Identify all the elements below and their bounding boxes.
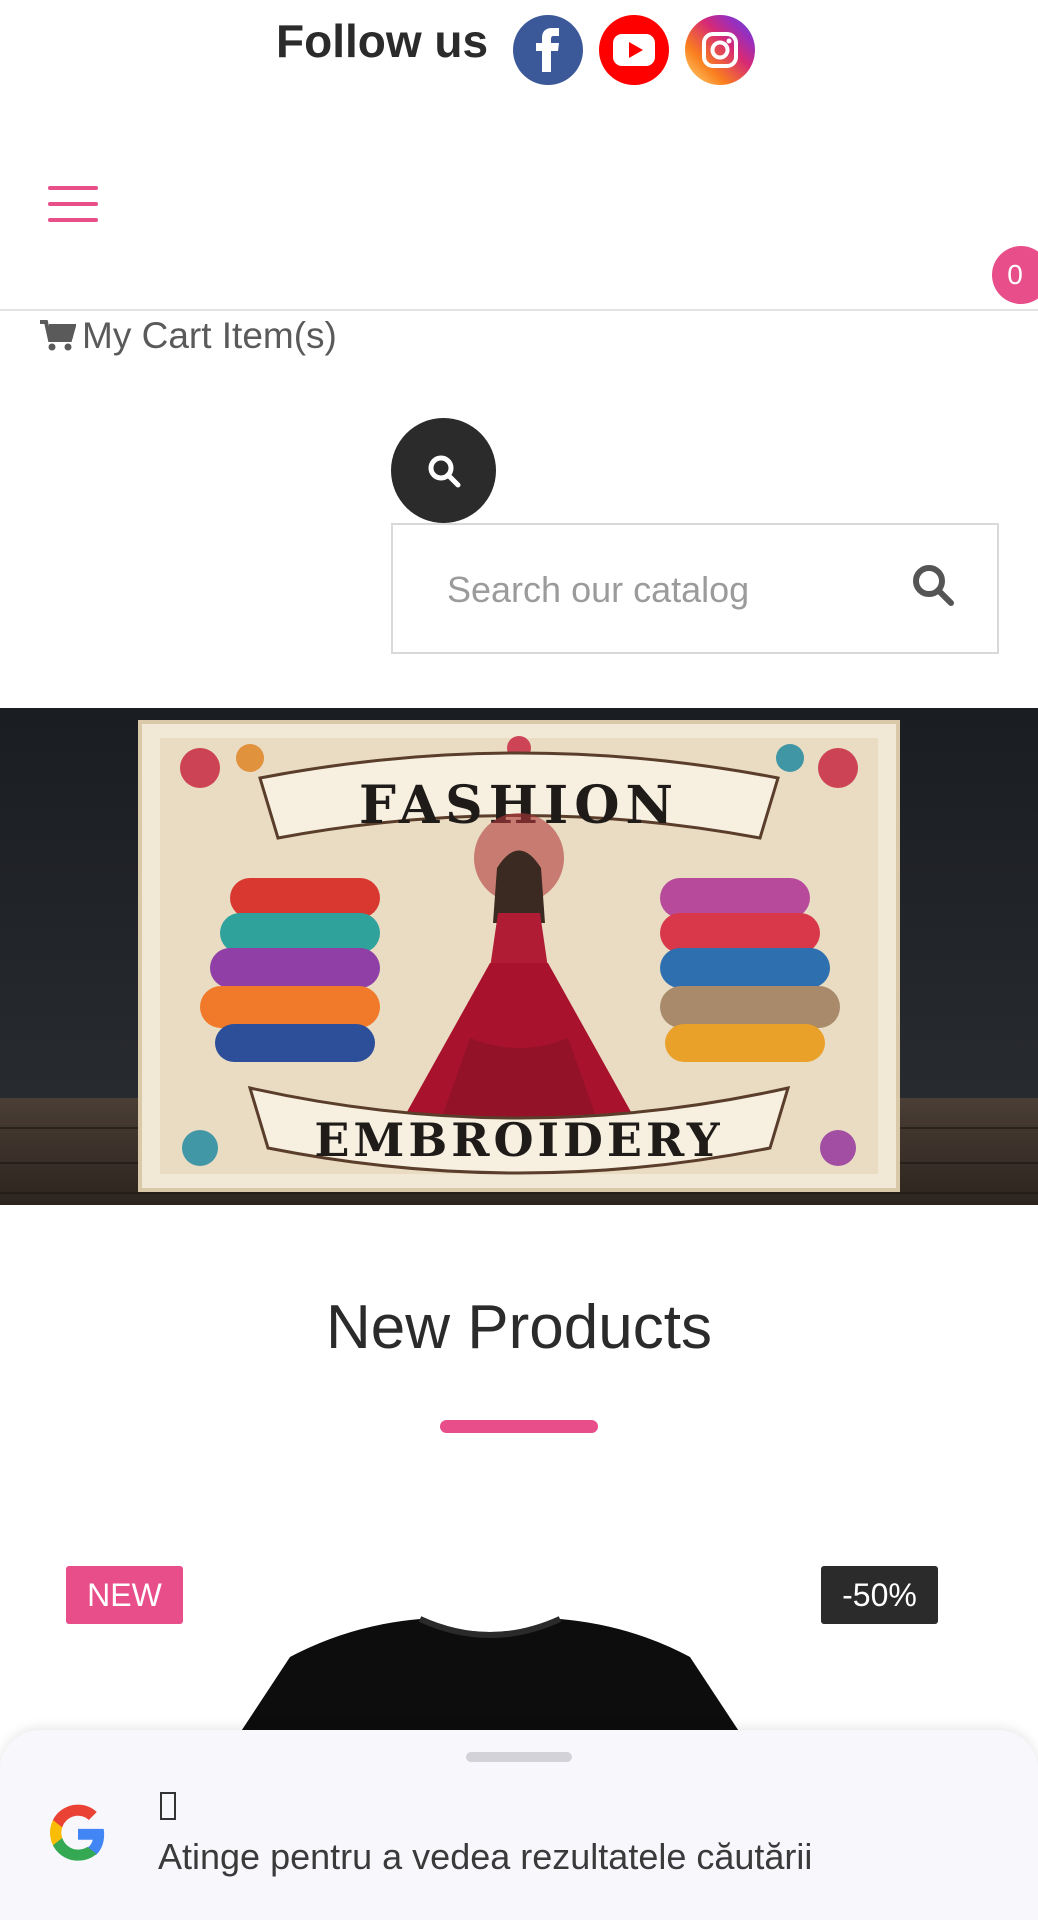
discount-badge: -50%	[821, 1566, 938, 1624]
my-cart-link[interactable]: My Cart Item(s)	[40, 314, 337, 358]
instagram-icon[interactable]	[685, 15, 755, 85]
new-products-title: New Products	[326, 1293, 712, 1362]
placeholder-glyph	[160, 1792, 176, 1820]
follow-us-label: Follow us	[276, 15, 489, 67]
facebook-icon[interactable]	[513, 15, 583, 85]
youtube-icon[interactable]	[599, 15, 669, 85]
new-badge: NEW	[66, 1566, 183, 1624]
product-image[interactable]	[220, 1605, 760, 1745]
google-search-sheet[interactable]: Atinge pentru a vedea rezultatele căutăr…	[0, 1730, 1038, 1920]
hero-banner[interactable]: FASHION EMBROIDERY	[0, 708, 1038, 1205]
search-box	[391, 523, 999, 654]
cart-icon	[40, 320, 76, 351]
search-icon	[428, 455, 460, 487]
hamburger-icon	[48, 186, 98, 190]
search-toggle-button[interactable]	[391, 418, 496, 523]
search-submit-button[interactable]	[911, 563, 961, 613]
search-input[interactable]	[445, 525, 869, 654]
sheet-hint-text: Atinge pentru a vedea rezultatele căutăr…	[158, 1836, 813, 1877]
header-divider	[0, 309, 1038, 311]
title-underline	[440, 1420, 598, 1433]
cart-label: My Cart Item(s)	[82, 315, 337, 356]
google-logo-icon	[50, 1804, 105, 1861]
sheet-drag-handle[interactable]	[466, 1752, 572, 1762]
search-icon	[913, 565, 954, 606]
banner-bottom-text: EMBROIDERY	[314, 1113, 723, 1167]
follow-us-bar: Follow us	[0, 0, 1038, 100]
cart-count-badge[interactable]: 0	[992, 246, 1038, 304]
menu-button[interactable]	[48, 186, 98, 224]
